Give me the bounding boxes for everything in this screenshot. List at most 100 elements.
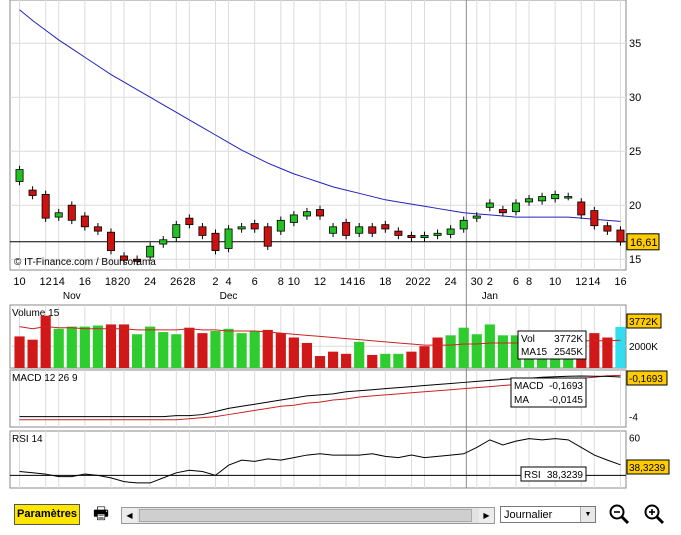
volume-bar xyxy=(14,336,25,368)
x-tick-label: 16 xyxy=(353,276,365,288)
price-y-tick: 35 xyxy=(629,38,641,50)
candle-body xyxy=(394,230,403,236)
x-tick-label: 10 xyxy=(549,276,561,288)
candle-body xyxy=(276,219,285,232)
candle-body xyxy=(603,225,612,232)
period-select[interactable]: Journalier ▼ xyxy=(500,506,596,523)
volume-bar xyxy=(184,327,195,368)
zoom-in-icon[interactable] xyxy=(643,503,665,525)
candle-body xyxy=(472,215,481,219)
printer-icon[interactable]: 🖶 xyxy=(90,503,112,525)
x-tick-label: 2 xyxy=(487,276,493,288)
volume-bar xyxy=(393,353,404,368)
source-label: © IT-Finance.com / Boursorama xyxy=(14,257,156,268)
x-tick-label: 20 xyxy=(118,276,130,288)
chart-scrollbar[interactable]: ◀ ▶ xyxy=(121,507,495,524)
x-tick-label: 16 xyxy=(614,276,626,288)
rsi-readout-value: 38,3239 xyxy=(547,470,584,481)
candle-body xyxy=(407,235,416,239)
rsi-readout-label: RSI xyxy=(524,470,541,481)
candle-body xyxy=(590,210,599,227)
volume-bar xyxy=(132,334,143,368)
volume-bar xyxy=(484,324,495,368)
x-tick-label: 18 xyxy=(105,276,117,288)
candle-body xyxy=(106,231,115,251)
scroll-thumb[interactable] xyxy=(139,509,472,522)
candle-body xyxy=(185,217,194,226)
parameters-button[interactable]: Paramètres xyxy=(14,504,80,525)
zoom-out-icon[interactable] xyxy=(608,503,630,525)
volume-bar xyxy=(92,325,104,368)
volume-bar xyxy=(589,333,600,368)
candle-body xyxy=(80,215,89,228)
volume-bar xyxy=(40,315,51,368)
volume-bar xyxy=(288,337,299,368)
price-panel-frame xyxy=(9,0,627,271)
volume-value-badge-label: 3772K xyxy=(629,317,658,328)
candle-body xyxy=(381,224,390,230)
candle-body xyxy=(538,196,547,202)
volume-panel-title: Volume 15 xyxy=(12,308,60,319)
candle-body xyxy=(250,223,259,230)
candle-body xyxy=(15,169,24,182)
x-tick-label: 16 xyxy=(79,276,91,288)
x-tick-label: 6 xyxy=(513,276,519,288)
stock-chart: 35 30 25 20 15 16,61 © IT-Finance.com / Bourso… xyxy=(9,0,670,489)
volume-bar xyxy=(158,332,169,368)
rsi-panel-title: RSI 14 xyxy=(12,434,43,445)
volume-bar xyxy=(367,354,378,368)
scroll-left-icon[interactable]: ◀ xyxy=(122,508,137,523)
month-label: Dec xyxy=(220,291,238,302)
macd-ma-value: -0,0145 xyxy=(549,395,583,406)
volume-bar xyxy=(602,337,613,368)
x-tick-label: 8 xyxy=(526,276,532,288)
volume-bar xyxy=(497,335,508,368)
volume-bar xyxy=(380,353,391,368)
candle-body xyxy=(616,229,625,243)
candle-body xyxy=(577,201,586,216)
volume-bar xyxy=(210,330,221,368)
x-tick-label: 24 xyxy=(144,276,156,288)
rsi-value-badge-label: 38,3239 xyxy=(629,463,666,474)
x-tick-label: 12 xyxy=(40,276,52,288)
last-price-label: 16,61 xyxy=(630,237,658,249)
volume-y-tick: 2000K xyxy=(629,342,658,353)
volume-ma-value: 2545K xyxy=(554,347,583,358)
macd-readout-label: MACD xyxy=(514,381,543,392)
x-tick-label: 8 xyxy=(278,276,284,288)
scroll-right-icon[interactable]: ▶ xyxy=(479,508,494,523)
candle-body xyxy=(525,198,534,203)
volume-bar xyxy=(197,333,208,368)
volume-bar xyxy=(145,326,156,368)
volume-readout-label: Vol xyxy=(521,334,535,345)
candle-body xyxy=(28,189,37,196)
volume-bar xyxy=(458,327,469,368)
chevron-down-icon[interactable]: ▼ xyxy=(580,507,595,522)
candle-body xyxy=(368,226,377,234)
candle-body xyxy=(146,245,155,258)
macd-readout-value: -0,1693 xyxy=(549,381,583,392)
volume-bar xyxy=(615,326,626,368)
volume-bar xyxy=(341,353,352,368)
x-tick-label: 22 xyxy=(418,276,430,288)
candle-body xyxy=(459,219,468,230)
x-tick-label: 2 xyxy=(212,276,218,288)
volume-bar xyxy=(354,341,365,368)
candle-body xyxy=(198,226,207,236)
x-tick-label: 26 xyxy=(170,276,182,288)
x-tick-label: 10 xyxy=(13,276,25,288)
candle-body xyxy=(54,212,63,218)
x-tick-label: 18 xyxy=(379,276,391,288)
volume-bar xyxy=(66,326,77,368)
candle-body xyxy=(67,204,76,221)
candle-body xyxy=(93,226,102,232)
volume-bar xyxy=(223,328,234,368)
candle-body xyxy=(446,228,455,235)
volume-bar xyxy=(79,326,90,368)
volume-bar xyxy=(314,356,326,368)
x-tick-label: 10 xyxy=(288,276,300,288)
x-tick-label: 20 xyxy=(405,276,417,288)
x-tick-label: 12 xyxy=(575,276,587,288)
candle-body xyxy=(237,226,246,230)
candle-body xyxy=(498,209,507,214)
